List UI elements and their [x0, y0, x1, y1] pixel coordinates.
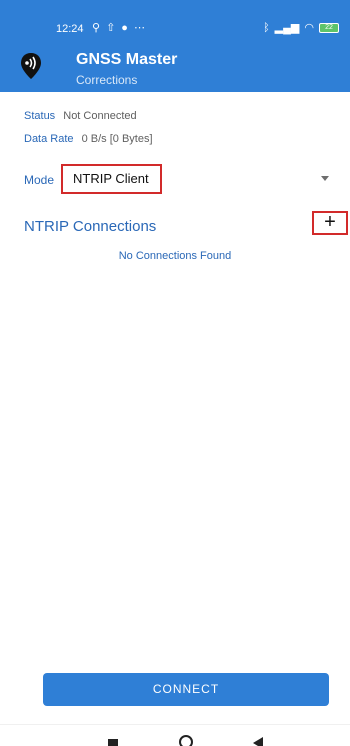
mode-selected-value: NTRIP Client — [73, 171, 149, 186]
add-connection-button[interactable]: + — [312, 211, 348, 235]
status-left-icons: ⚲ ⇧ ● ⋯ — [92, 21, 145, 35]
home-icon[interactable] — [179, 735, 193, 746]
app-header: 12:24 ⚲ ⇧ ● ⋯ ᛒ ▂▄▆ ◠ 22 GNSS Master Cor… — [0, 0, 350, 92]
more-icon: ⋯ — [133, 22, 145, 34]
battery-level: 22 — [325, 24, 333, 31]
mode-label: Mode — [24, 173, 55, 187]
app-subtitle: Corrections — [76, 73, 138, 87]
data-rate-row: Data Rate 0 B/s [0 Bytes] — [24, 133, 153, 145]
signal-icon: ▂▄▆ — [274, 22, 300, 34]
chevron-down-icon[interactable] — [321, 176, 329, 181]
connect-button[interactable]: CONNECT — [43, 673, 329, 706]
back-icon[interactable] — [253, 737, 263, 746]
status-row: Status Not Connected — [24, 110, 137, 122]
plus-icon: + — [324, 211, 336, 233]
wifi-icon: ◠ — [304, 22, 314, 34]
mode-dropdown[interactable]: NTRIP Client — [61, 164, 162, 194]
status-bar: 12:24 ⚲ ⇧ ● ⋯ ᛒ ▂▄▆ ◠ 22 — [0, 0, 350, 40]
ntrip-connections-title: NTRIP Connections — [24, 218, 157, 235]
upload-icon: ⇧ — [106, 22, 116, 34]
data-rate-label: Data Rate — [24, 133, 74, 145]
walk-icon: ⚲ — [92, 22, 101, 34]
battery-icon: 22 — [319, 23, 339, 33]
bluetooth-icon: ᛒ — [263, 22, 270, 34]
app-notification-icon: ● — [121, 22, 128, 34]
status-time: 12:24 — [56, 23, 84, 35]
empty-connections-message: No Connections Found — [118, 250, 232, 262]
status-right-icons: ᛒ ▂▄▆ ◠ 22 — [263, 21, 339, 35]
navigation-bar — [0, 724, 350, 746]
screen: 12:24 ⚲ ⇧ ● ⋯ ᛒ ▂▄▆ ◠ 22 GNSS Master Cor… — [0, 0, 350, 746]
recent-apps-icon[interactable] — [108, 739, 118, 746]
status-label: Status — [24, 110, 56, 122]
data-rate-value: 0 B/s [0 Bytes] — [81, 133, 153, 145]
app-logo-icon — [21, 53, 41, 79]
status-value: Not Connected — [63, 110, 137, 122]
app-title: GNSS Master — [76, 51, 178, 68]
